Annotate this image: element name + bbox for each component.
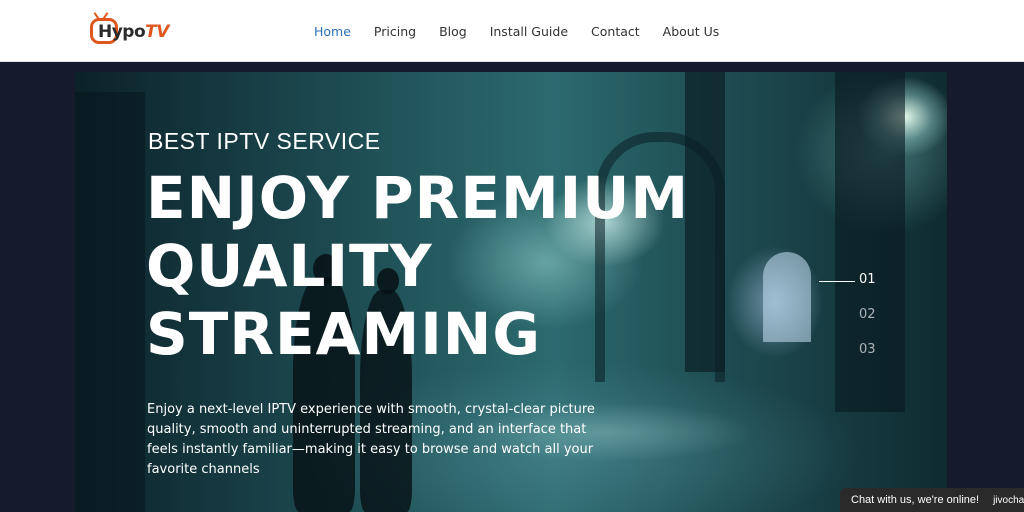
nav-install-guide[interactable]: Install Guide bbox=[490, 24, 568, 39]
hero-title: ENJOY PREMIUM QUALITY STREAMING bbox=[146, 164, 766, 368]
nav-pricing[interactable]: Pricing bbox=[374, 24, 416, 39]
hero-title-line: ENJOY PREMIUM bbox=[146, 164, 690, 232]
site-logo[interactable]: HypoTV bbox=[86, 12, 186, 52]
logo-text: HypoTV bbox=[98, 22, 169, 42]
hero-title-line: QUALITY bbox=[146, 232, 433, 300]
hero-description: Enjoy a next-level IPTV experience with … bbox=[147, 402, 595, 477]
hero-title-line: STREAMING bbox=[146, 300, 541, 368]
hero-banner: BEST IPTV SERVICE ENJOY PREMIUM QUALITY … bbox=[75, 72, 947, 512]
nav-contact[interactable]: Contact bbox=[591, 24, 640, 39]
chat-widget[interactable]: Chat with us, we're online! jivochat bbox=[840, 488, 1024, 512]
nav-blog[interactable]: Blog bbox=[439, 24, 467, 39]
hero-kicker: BEST IPTV SERVICE bbox=[148, 128, 381, 154]
background-building bbox=[75, 92, 145, 512]
nav-about-us[interactable]: About Us bbox=[663, 24, 720, 39]
nav-home[interactable]: Home bbox=[314, 24, 351, 39]
background-pillar bbox=[835, 72, 905, 412]
chat-brand: jivochat bbox=[993, 494, 1024, 506]
active-slide-line bbox=[819, 281, 855, 282]
main-nav: Home Pricing Blog Install Guide Contact … bbox=[314, 0, 742, 62]
chat-message: Chat with us, we're online! bbox=[851, 494, 980, 506]
site-header: HypoTV Home Pricing Blog Install Guide C… bbox=[0, 0, 1024, 62]
background-window bbox=[763, 252, 811, 342]
